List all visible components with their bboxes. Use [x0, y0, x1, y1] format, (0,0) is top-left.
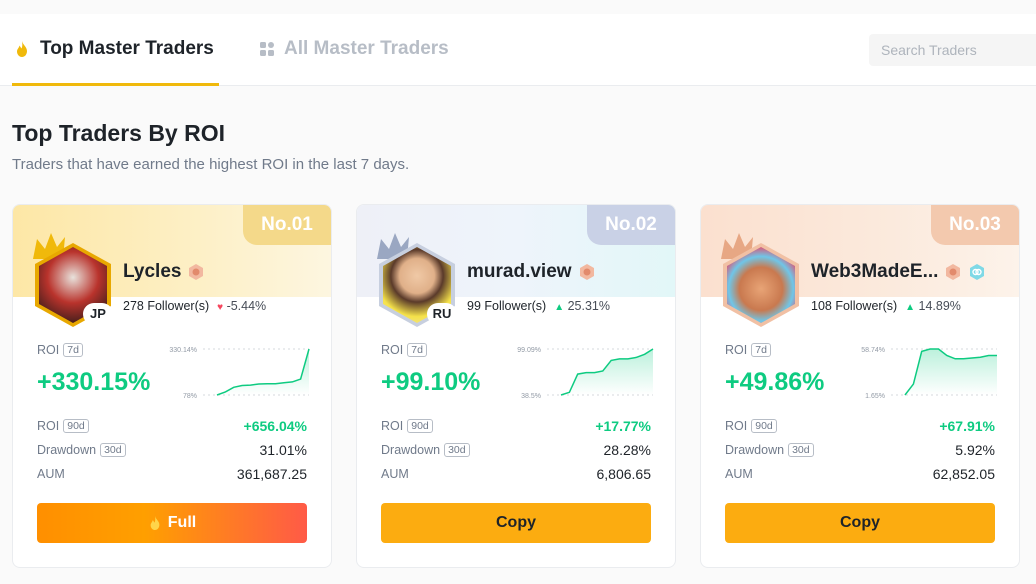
tab-all-master-traders[interactable]: All Master Traders	[260, 38, 449, 60]
roi-90d-value: +17.77%	[595, 418, 651, 434]
flame-icon	[17, 41, 27, 57]
roi-90d-value: +67.91%	[939, 418, 995, 434]
spark-min-label: 78%	[183, 393, 197, 400]
avatar[interactable]: RU	[377, 231, 457, 327]
roi-7d-label: ROI 7d	[37, 343, 83, 357]
section-subtitle: Traders that have earned the highest ROI…	[12, 156, 410, 173]
bronze-badge-icon	[946, 264, 961, 280]
tab-label: Top Master Traders	[40, 38, 214, 59]
bronze-badge-icon	[189, 264, 204, 280]
trader-name[interactable]: Web3MadeE...	[811, 261, 986, 283]
copy-button[interactable]: Copy	[381, 503, 651, 543]
tab-label: All Master Traders	[284, 38, 449, 59]
spark-min-label: 1.65%	[865, 393, 885, 400]
followers-info: 99 Follower(s) ▲ 25.31%	[467, 299, 610, 313]
top-bar: Top Master Traders All Master Traders	[0, 14, 1036, 86]
drawdown-value: 28.28%	[603, 442, 651, 458]
aum-row: AUM 6,806.65	[381, 466, 651, 482]
active-tab-indicator	[12, 83, 219, 86]
follower-change: 25.31%	[567, 299, 610, 313]
bronze-badge-icon	[579, 264, 594, 280]
roi-90d-row: ROI 90d +17.77%	[381, 418, 651, 434]
drawdown-row: Drawdown 30d 5.92%	[725, 442, 995, 458]
roi-90d-row: ROI 90d +67.91%	[725, 418, 995, 434]
avatar[interactable]: JP	[33, 231, 113, 327]
rank-badge: No.02	[587, 205, 675, 245]
roi-7d-value: +99.10%	[381, 368, 481, 396]
roi-sparkline: 58.74% 1.65%	[861, 347, 997, 400]
full-button[interactable]: Full	[37, 503, 307, 543]
roi-7d-label: ROI 7d	[725, 343, 771, 357]
follower-change: 14.89%	[918, 299, 961, 313]
avatar[interactable]	[721, 231, 799, 327]
roi-7d-value: +49.86%	[725, 368, 825, 396]
roi-7d-value: +330.15%	[37, 368, 151, 396]
spark-max-label: 58.74%	[861, 347, 885, 354]
grid-icon	[260, 42, 274, 56]
roi-sparkline: 330.14% 78%	[169, 347, 310, 400]
spark-max-label: 330.14%	[169, 347, 197, 354]
tab-top-master-traders[interactable]: Top Master Traders	[14, 38, 214, 60]
trader-card-2[interactable]: No.02 RU murad.view 99 Follower(s) ▲ 25.…	[356, 204, 676, 568]
drawdown-row: Drawdown 30d 28.28%	[381, 442, 651, 458]
drawdown-value: 5.92%	[955, 442, 995, 458]
section-title: Top Traders By ROI	[12, 120, 226, 146]
roi-90d-value: +656.04%	[243, 418, 307, 434]
follower-change: -5.44%	[226, 299, 267, 313]
rank-badge: No.01	[243, 205, 331, 245]
roi-sparkline: 99.09% 38.5%	[517, 347, 654, 400]
aum-value: 361,687.25	[236, 466, 307, 482]
aum-row: AUM 62,852.05	[725, 466, 995, 482]
down-arrow-icon: ♥	[217, 302, 224, 313]
flame-icon	[150, 516, 160, 530]
roi-7d-label: ROI 7d	[381, 343, 427, 357]
rank-badge: No.03	[931, 205, 1019, 245]
trader-name[interactable]: Lycles	[123, 261, 205, 283]
spark-max-label: 99.09%	[517, 347, 541, 354]
country-badge: RU	[427, 303, 457, 325]
aum-value: 6,806.65	[596, 466, 652, 482]
up-arrow-icon: ▲	[554, 302, 565, 313]
roi-90d-row: ROI 90d +656.04%	[37, 418, 307, 434]
trader-card-1[interactable]: No.01 JP Lycles 278 Follower(s) ♥ -5.44%…	[12, 204, 332, 568]
country-badge: JP	[83, 303, 113, 325]
aum-value: 62,852.05	[932, 466, 995, 482]
drawdown-row: Drawdown 30d 31.01%	[37, 442, 307, 458]
search-input[interactable]	[869, 34, 1036, 66]
aum-row: AUM 361,687.25	[37, 466, 307, 482]
trader-card-3[interactable]: No.03 Web3MadeE... 108 Follower(s) ▲ 14.…	[700, 204, 1020, 568]
drawdown-value: 31.01%	[259, 442, 307, 458]
spark-min-label: 38.5%	[521, 393, 541, 400]
trader-name[interactable]: murad.view	[467, 261, 596, 283]
followers-info: 278 Follower(s) ♥ -5.44%	[123, 299, 267, 313]
link-badge-icon	[970, 264, 985, 280]
copy-button[interactable]: Copy	[725, 503, 995, 543]
followers-info: 108 Follower(s) ▲ 14.89%	[811, 299, 961, 313]
up-arrow-icon: ▲	[905, 302, 916, 313]
